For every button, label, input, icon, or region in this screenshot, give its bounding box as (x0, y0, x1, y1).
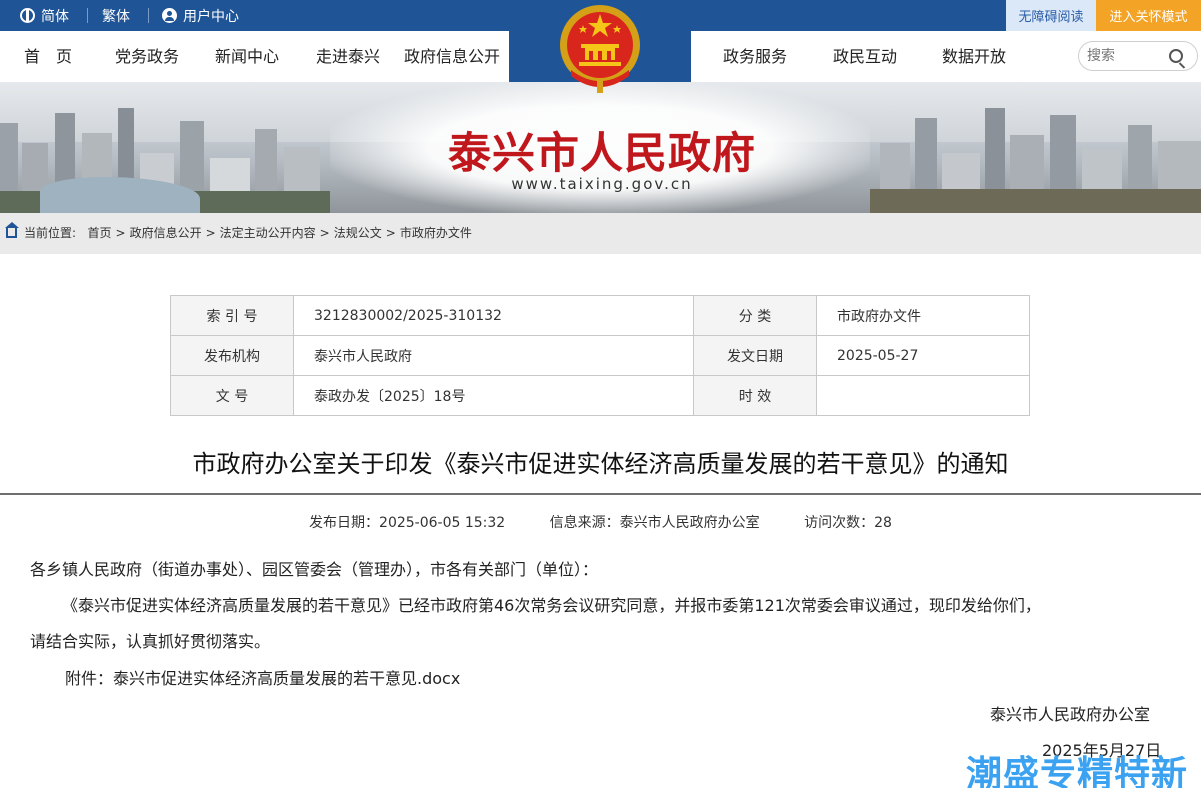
issue-date-label: 发文日期 (693, 335, 817, 376)
user-center-link[interactable]: 用户中心 (162, 0, 239, 31)
search-input[interactable] (1087, 46, 1167, 66)
nav-open-data[interactable]: 数据开放 (942, 31, 1006, 82)
signer: 泰兴市人民政府办公室 (990, 705, 1151, 724)
divider (87, 8, 88, 23)
breadcrumb-separator: > (115, 226, 126, 240)
info-source: 信息来源：泰兴市人民政府办公室 (549, 515, 760, 531)
salutation: 各乡镇人民政府（街道办事处）、园区管委会（管理办），市各有关部门（单位）： (30, 560, 599, 579)
home-icon (5, 222, 19, 238)
user-icon (162, 8, 177, 23)
table-row: 索 引 号 3212830002/2025-310132 分 类 市政府办文件 (170, 295, 1030, 336)
paragraph-line: 《泰兴市促进实体经济高质量发展的若干意见》已经市政府第46次常务会议研究同意，并… (62, 596, 1041, 615)
attachment-row: 附件：泰兴市促进实体经济高质量发展的若干意见.docx (65, 665, 460, 689)
breadcrumb-statutory[interactable]: 法定主动公开内容 (220, 226, 316, 240)
breadcrumb-gov-info[interactable]: 政府信息公开 (130, 226, 202, 240)
globe-icon (20, 8, 35, 23)
traditional-link[interactable]: 繁体 (102, 0, 130, 31)
breadcrumb-separator: > (205, 226, 216, 240)
simplified-link[interactable]: 简体 (20, 0, 69, 31)
breadcrumb: 当前位置: 首页 > 政府信息公开 > 法定主动公开内容 > 法规公文 > 市政府办文件 (0, 213, 1201, 254)
validity-label: 时 效 (693, 375, 817, 416)
site-url: www.taixing.gov.cn (511, 175, 693, 193)
publish-date: 发布日期：2025-06-05 15:32 (309, 515, 506, 531)
divider (148, 8, 149, 23)
breadcrumb-separator: > (319, 226, 330, 240)
breadcrumb-separator: > (385, 226, 396, 240)
nav-party-affairs[interactable]: 党务政务 (115, 31, 179, 82)
breadcrumb-text: 当前位置: 首页 > 政府信息公开 > 法定主动公开内容 > 法规公文 > 市政府办文件 (24, 213, 472, 254)
index-value: 3212830002/2025-310132 (293, 295, 694, 336)
elder-mode-button[interactable]: 进入关怀模式 (1096, 0, 1201, 31)
accessibility-button[interactable]: 无障碍阅读 (1006, 0, 1096, 31)
site-title: 泰兴市人民政府 (448, 129, 756, 179)
publisher-label: 发布机构 (170, 335, 294, 376)
nav-news[interactable]: 新闻中心 (215, 31, 279, 82)
visit-count: 访问次数：28 (804, 515, 892, 531)
national-emblem-icon (560, 5, 640, 93)
breadcrumb-regulations[interactable]: 法规公文 (334, 226, 382, 240)
construction-site (870, 189, 1201, 213)
river (40, 177, 200, 213)
paragraph-line: 请结合实际，认真抓好贯彻落实。 (30, 632, 271, 651)
nav-home[interactable]: 首 页 (24, 31, 72, 82)
watermark: 潮盛专精特新 (966, 754, 1189, 788)
nav-interaction[interactable]: 政民互动 (833, 31, 897, 82)
breadcrumb-home[interactable]: 首页 (88, 226, 112, 240)
search-box[interactable] (1078, 41, 1198, 71)
category-label: 分 类 (693, 295, 817, 336)
article-title: 市政府办公室关于印发《泰兴市促进实体经济高质量发展的若干意见》的通知 (192, 450, 1009, 478)
breadcrumb-current[interactable]: 市政府办文件 (400, 226, 472, 240)
table-row: 文 号 泰政办发〔2025〕18号 时 效 (170, 375, 1030, 416)
attachment-link[interactable]: 泰兴市促进实体经济高质量发展的若干意见.docx (113, 669, 460, 688)
nav-about-taixing[interactable]: 走进泰兴 (316, 31, 380, 82)
publisher-value: 泰兴市人民政府 (293, 335, 694, 376)
breadcrumb-label: 当前位置: (24, 226, 77, 240)
index-label: 索 引 号 (170, 295, 294, 336)
doc-number-label: 文 号 (170, 375, 294, 416)
banner: 泰兴市人民政府 www.taixing.gov.cn (0, 82, 1201, 213)
nav-gov-services[interactable]: 政务服务 (723, 31, 787, 82)
doc-number-value: 泰政办发〔2025〕18号 (293, 375, 694, 416)
table-row: 发布机构 泰兴市人民政府 发文日期 2025-05-27 (170, 335, 1030, 376)
document-info-table: 索 引 号 3212830002/2025-310132 分 类 市政府办文件 … (170, 295, 1030, 416)
title-divider (0, 493, 1201, 495)
attachment-label: 附件： (65, 669, 114, 688)
simplified-label: 简体 (41, 8, 69, 25)
validity-value (816, 375, 1030, 416)
article-meta: 发布日期：2025-06-05 15:32 信息来源：泰兴市人民政府办公室 访问… (0, 512, 1201, 532)
user-center-label: 用户中心 (183, 8, 239, 25)
nav-gov-info[interactable]: 政府信息公开 (404, 31, 500, 82)
traditional-label: 繁体 (102, 8, 130, 25)
category-value: 市政府办文件 (816, 295, 1030, 336)
search-icon[interactable] (1169, 49, 1183, 63)
issue-date-value: 2025-05-27 (816, 335, 1030, 376)
